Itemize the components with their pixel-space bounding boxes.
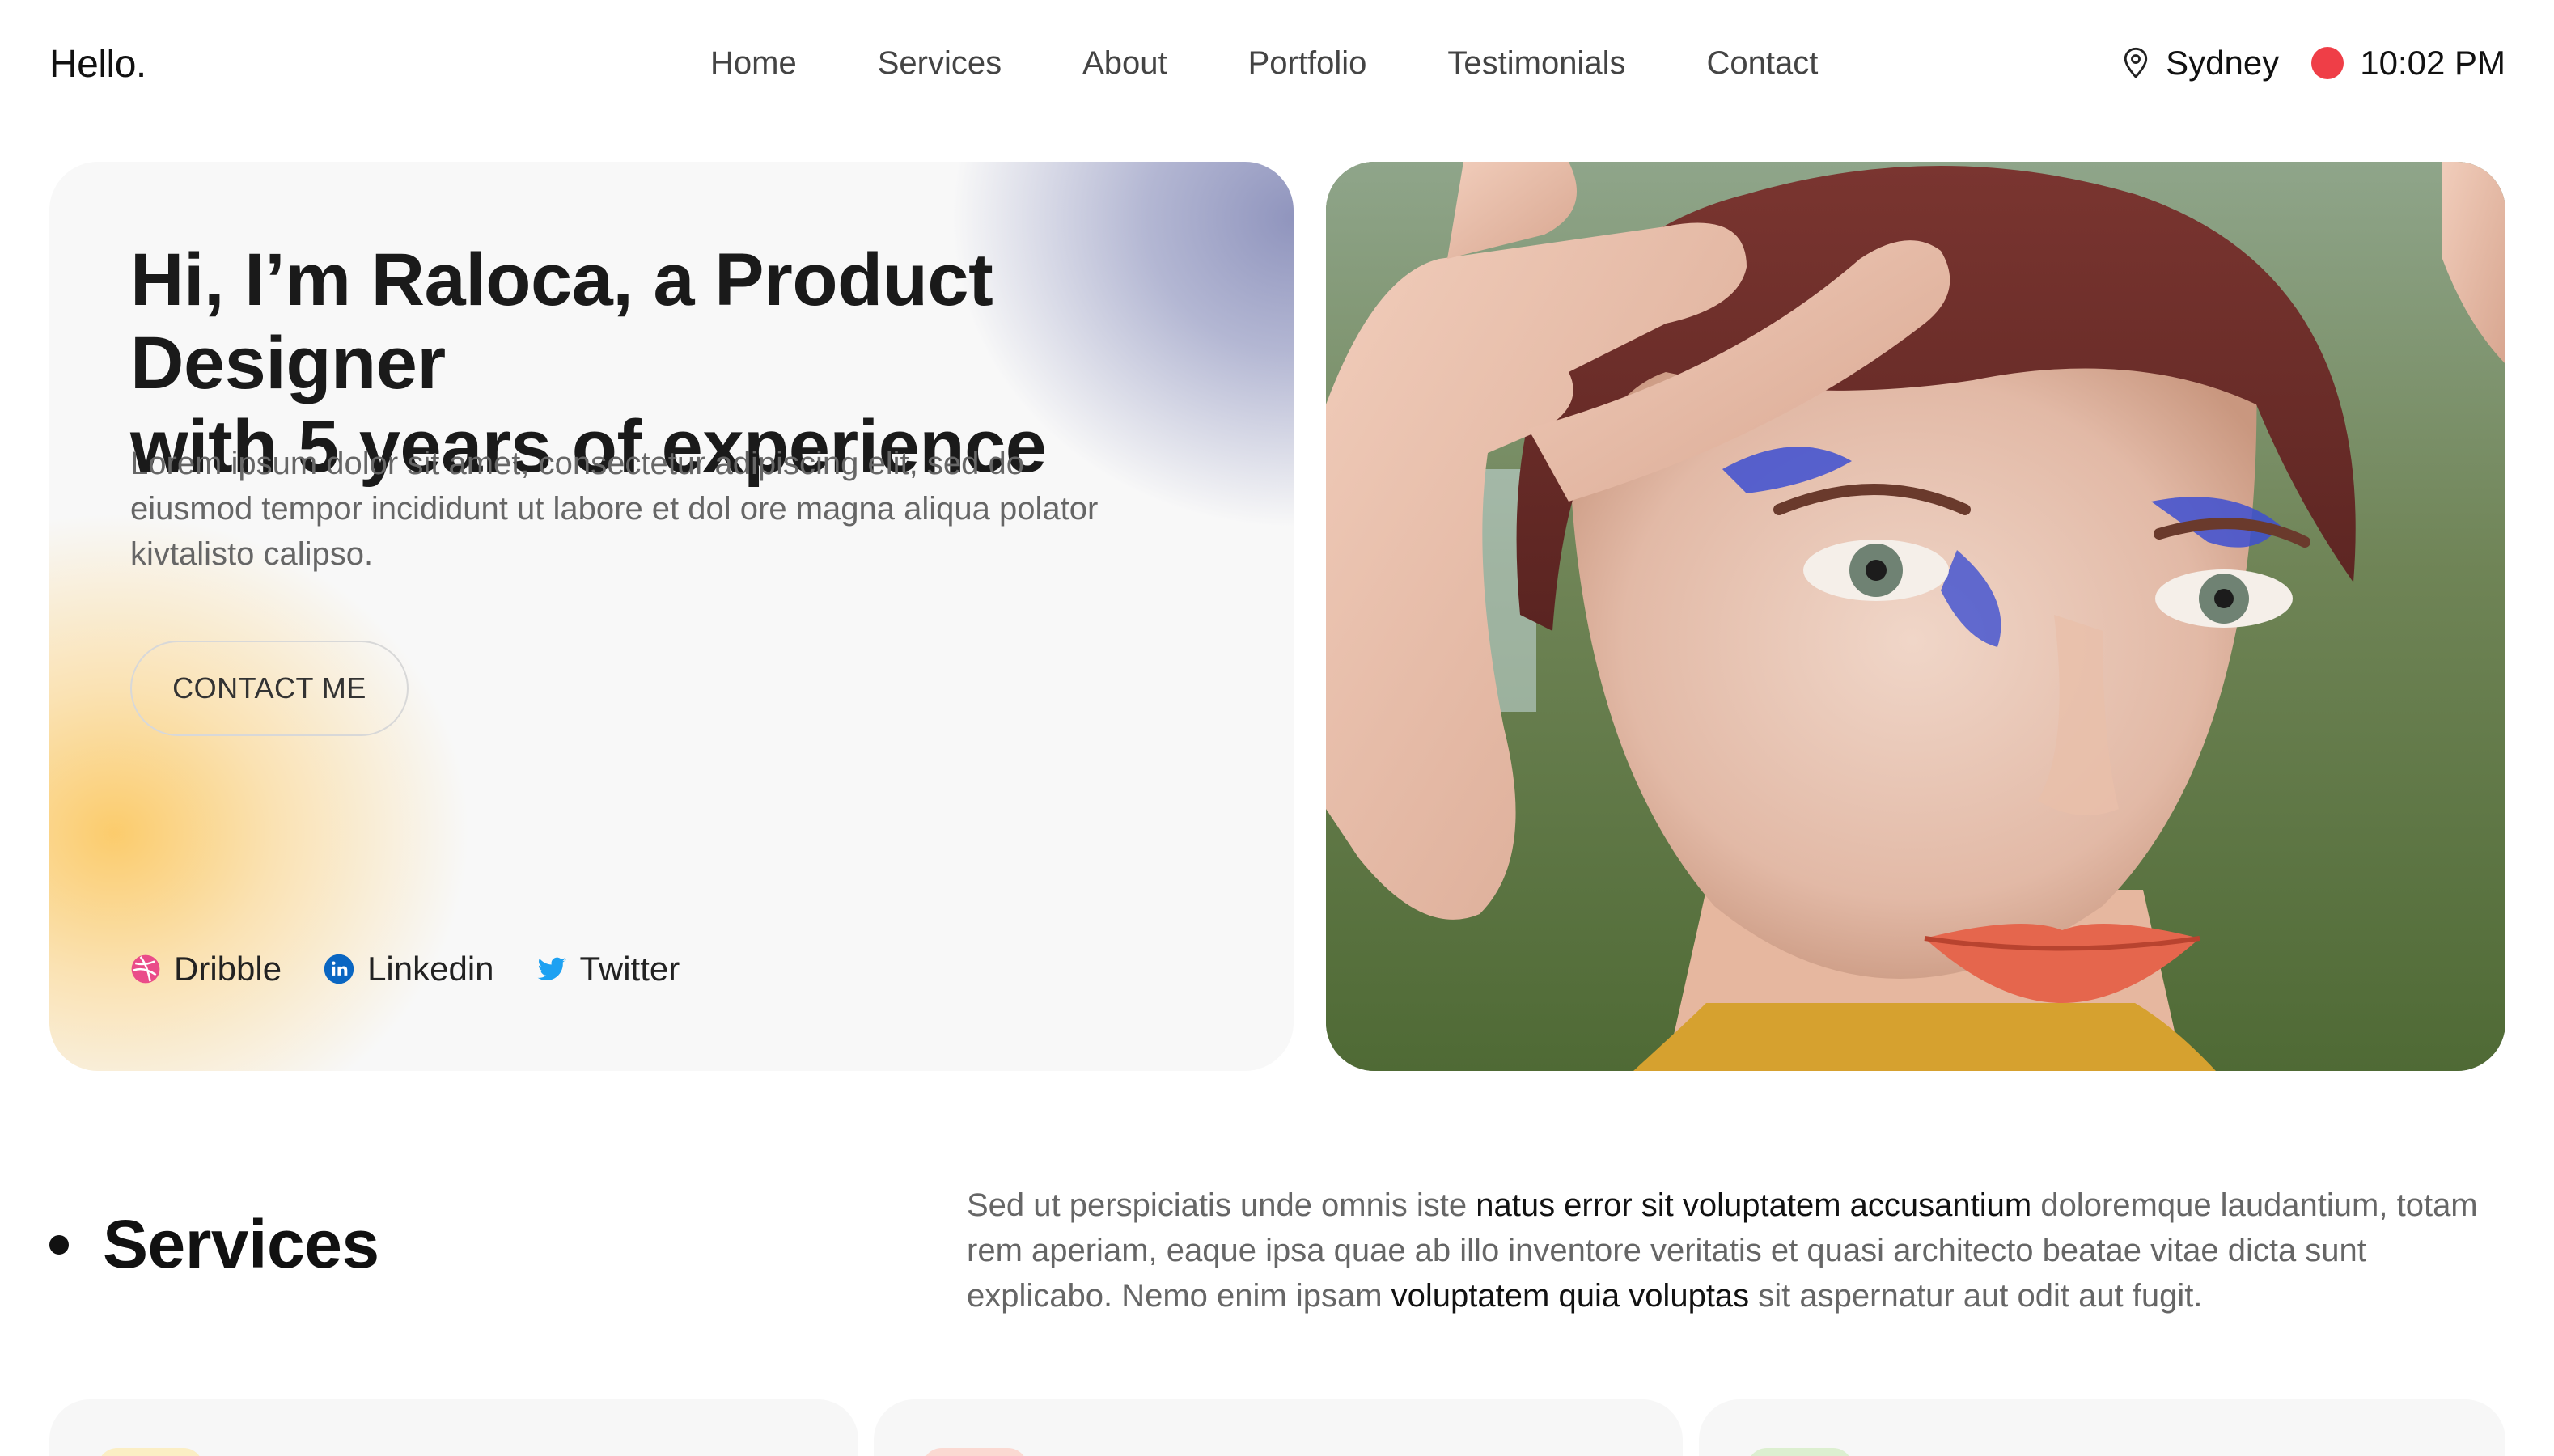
portrait-illustration (1326, 162, 2505, 1071)
nav-services[interactable]: Services (878, 45, 1002, 82)
services-heading: Services (49, 1205, 379, 1284)
location-label: Sydney (2166, 44, 2280, 82)
nav-about[interactable]: About (1082, 45, 1167, 82)
service-icon-badge (98, 1448, 203, 1456)
twitter-icon (537, 957, 565, 980)
status-dot (2311, 47, 2344, 79)
social-links: Dribble Linkedin Twitter (130, 950, 722, 988)
service-icon-badge (922, 1448, 1027, 1456)
location-time: Sydney 10:02 PM (2122, 44, 2505, 83)
services-description: Sed ut perspiciatis unde omnis iste natu… (967, 1183, 2512, 1318)
nav-testimonials[interactable]: Testimonials (1447, 45, 1625, 82)
services-text-part-1: Sed ut perspiciatis unde omnis iste (967, 1187, 1476, 1223)
social-twitter[interactable]: Twitter (536, 950, 680, 988)
linkedin-icon (324, 954, 354, 984)
social-label: Twitter (579, 950, 680, 988)
hero-description: Lorem ipsum dolor sit amet, consectetur … (130, 446, 1099, 572)
services-text-bold-1: natus error sit voluptatem accusantium (1476, 1187, 2032, 1223)
portrait-photo (1326, 162, 2505, 1071)
service-icon-badge (1747, 1448, 1853, 1456)
social-linkedin[interactable]: Linkedin (324, 950, 494, 988)
nav-portfolio[interactable]: Portfolio (1248, 45, 1367, 82)
bullet-dot (49, 1234, 69, 1255)
social-label: Linkedin (367, 950, 494, 988)
services-text-bold-2: voluptatem quia voluptas (1391, 1278, 1750, 1314)
hero-card: Hi, I’m Raloca, a Product Designer with … (49, 162, 1294, 1071)
service-card-3[interactable] (1699, 1399, 2505, 1456)
local-time: 10:02 PM (2360, 44, 2505, 82)
service-card-1[interactable] (49, 1399, 858, 1456)
services-text-part-3: sit aspernatur aut odit aut fugit. (1749, 1278, 2203, 1314)
social-dribbble[interactable]: Dribble (130, 950, 282, 988)
hero-title-line-1: Hi, I’m Raloca, a Product Designer (130, 239, 993, 404)
services-title: Services (103, 1206, 379, 1282)
nav-contact[interactable]: Contact (1706, 45, 1818, 82)
location-pin-icon (2124, 47, 2148, 79)
service-card-2[interactable] (874, 1399, 1683, 1456)
main-nav: Home Services About Portfolio Testimonia… (710, 45, 1818, 82)
dribbble-icon (131, 954, 160, 984)
site-header: Hello. Home Services About Portfolio Tes… (0, 0, 2554, 138)
nav-home[interactable]: Home (710, 45, 797, 82)
contact-me-button[interactable]: CONTACT ME (130, 641, 409, 736)
social-label: Dribble (174, 950, 282, 988)
logo[interactable]: Hello. (49, 42, 146, 87)
